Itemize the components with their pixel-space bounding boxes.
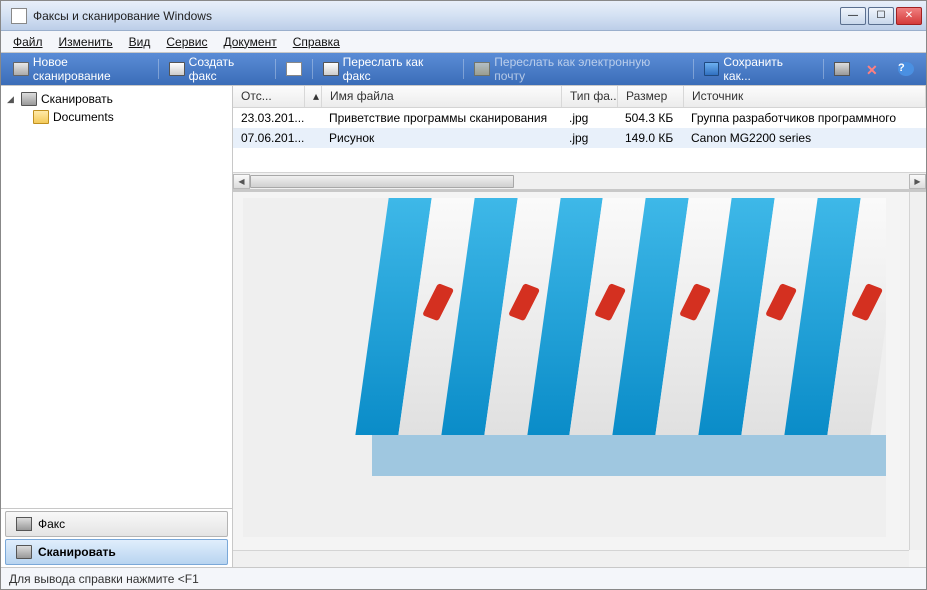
fax-forward-icon (323, 62, 339, 76)
menu-file[interactable]: Файл (5, 33, 51, 51)
menu-service[interactable]: Сервис (158, 33, 215, 51)
list-header: Отс... ▴ Имя файла Тип фа... Размер Исто… (233, 86, 926, 108)
save-as-button[interactable]: Сохранить как... (696, 52, 821, 86)
page-button[interactable] (278, 59, 310, 79)
separator (312, 59, 313, 79)
cell-source: Группа разработчиков программного (683, 109, 926, 127)
scanned-image-content (243, 198, 886, 537)
help-icon: ? (898, 62, 914, 76)
close-button[interactable]: ✕ (896, 7, 922, 25)
save-as-label: Сохранить как... (723, 55, 813, 83)
scanner-tab-icon (16, 545, 32, 559)
sidebar: ◢ Сканировать Documents Факс (1, 86, 233, 567)
col-date[interactable]: Отс... (233, 86, 305, 107)
forward-fax-button[interactable]: Переслать как факс (315, 52, 462, 86)
tab-fax[interactable]: Факс (5, 511, 228, 537)
separator (823, 59, 824, 79)
cell-source: Canon MG2200 series (683, 129, 926, 147)
print-icon (834, 62, 850, 76)
col-size[interactable]: Размер (618, 86, 684, 107)
fax-tab-icon (16, 517, 32, 531)
cell-date: 07.06.201... (233, 129, 305, 147)
separator (158, 59, 159, 79)
cell-type: .jpg (561, 109, 617, 127)
tree-scan-label: Сканировать (41, 92, 113, 106)
tab-fax-label: Факс (38, 517, 65, 531)
preview-image (243, 198, 886, 537)
preview-h-scrollbar[interactable] (233, 550, 909, 567)
app-icon (11, 8, 27, 24)
scroll-track[interactable] (250, 174, 909, 189)
col-sort-indicator[interactable]: ▴ (305, 86, 322, 107)
tree-collapse-icon[interactable]: ◢ (7, 94, 17, 105)
preview-pane (233, 190, 926, 567)
content-area: ◢ Сканировать Documents Факс (1, 85, 926, 567)
scanner-icon (21, 92, 37, 106)
forward-email-label: Переслать как электронную почту (494, 55, 682, 83)
create-fax-button[interactable]: Создать факс (161, 52, 273, 86)
tree-node-documents[interactable]: Documents (33, 108, 226, 126)
forward-fax-label: Переслать как факс (343, 55, 454, 83)
main-pane: Отс... ▴ Имя файла Тип фа... Размер Исто… (233, 86, 926, 567)
menu-document[interactable]: Документ (215, 33, 284, 51)
scan-list: Отс... ▴ Имя файла Тип фа... Размер Исто… (233, 86, 926, 190)
col-name[interactable]: Имя файла (322, 86, 562, 107)
menu-view[interactable]: Вид (121, 33, 159, 51)
separator (693, 59, 694, 79)
list-row[interactable]: 23.03.201... Приветствие программы скани… (233, 108, 926, 128)
list-h-scrollbar[interactable]: ◀ ▶ (233, 172, 926, 189)
tab-scan-label: Сканировать (38, 545, 116, 559)
cell-date: 23.03.201... (233, 109, 305, 127)
fax-icon (169, 62, 185, 76)
cell-name: Приветствие программы сканирования (321, 109, 561, 127)
tab-scan[interactable]: Сканировать (5, 539, 228, 565)
app-window: Факсы и сканирование Windows — ☐ ✕ Файл … (1, 1, 926, 589)
status-text: Для вывода справки нажмите <F1 (9, 572, 199, 586)
new-scan-label: Новое сканирование (33, 55, 148, 83)
toolbar: Новое сканирование Создать факс Переслат… (1, 53, 926, 85)
separator (275, 59, 276, 79)
maximize-button[interactable]: ☐ (868, 7, 894, 25)
sidebar-tabs: Факс Сканировать (1, 508, 232, 567)
create-fax-label: Создать факс (189, 55, 265, 83)
forward-email-button[interactable]: Переслать как электронную почту (466, 52, 690, 86)
disk-icon (704, 62, 720, 76)
cell-size: 149.0 КБ (617, 129, 683, 147)
menu-bar: Файл Изменить Вид Сервис Документ Справк… (1, 31, 926, 53)
status-bar: Для вывода справки нажмите <F1 (1, 567, 926, 589)
delete-button[interactable]: ✕ (858, 59, 890, 79)
minimize-button[interactable]: — (840, 7, 866, 25)
tree-node-scan[interactable]: ◢ Сканировать (7, 90, 226, 108)
list-body: 23.03.201... Приветствие программы скани… (233, 108, 926, 172)
new-scan-button[interactable]: Новое сканирование (5, 52, 156, 86)
delete-icon: ✕ (866, 62, 882, 76)
scanner-icon (13, 62, 29, 76)
cell-size: 504.3 КБ (617, 109, 683, 127)
scroll-right-arrow[interactable]: ▶ (909, 174, 926, 189)
cell-name: Рисунок (321, 129, 561, 147)
preview-v-scrollbar[interactable] (909, 192, 926, 550)
window-controls: — ☐ ✕ (840, 7, 922, 25)
title-bar: Факсы и сканирование Windows — ☐ ✕ (1, 1, 926, 31)
print-button[interactable] (826, 59, 858, 79)
folder-tree: ◢ Сканировать Documents (1, 86, 232, 508)
window-title: Факсы и сканирование Windows (33, 9, 840, 23)
separator (463, 59, 464, 79)
list-row[interactable]: 07.06.201... Рисунок .jpg 149.0 КБ Canon… (233, 128, 926, 148)
cell-type: .jpg (561, 129, 617, 147)
mail-icon (474, 62, 490, 76)
tree-documents-label: Documents (53, 110, 114, 124)
menu-edit[interactable]: Изменить (51, 33, 121, 51)
page-icon (286, 62, 302, 76)
scroll-left-arrow[interactable]: ◀ (233, 174, 250, 189)
folder-icon (33, 110, 49, 124)
help-button[interactable]: ? (890, 59, 922, 79)
scroll-thumb[interactable] (250, 175, 514, 188)
col-type[interactable]: Тип фа... (562, 86, 618, 107)
col-source[interactable]: Источник (684, 86, 926, 107)
menu-help[interactable]: Справка (285, 33, 348, 51)
